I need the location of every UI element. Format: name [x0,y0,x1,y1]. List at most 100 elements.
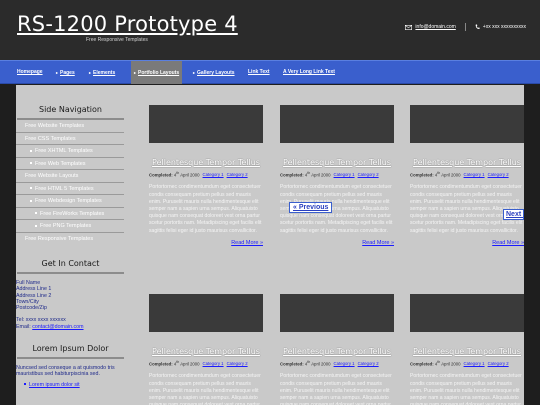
header-divider [464,23,466,31]
portfolio-card: Pellentesque Tempor Tellus Completed: 4t… [410,294,524,405]
category-2-link[interactable]: Category 2 [227,172,248,177]
bullet-icon [30,199,32,202]
card-title[interactable]: Pellentesque Tempor Tellus [280,347,394,357]
date-suffix: th [176,360,180,364]
bullet-icon [24,383,26,386]
sidebar-nav-label: Free HTML 5 Templates [35,185,94,192]
portfolio-thumbnail[interactable] [280,105,394,143]
date-suffix: th [176,171,180,175]
completed-label: Completed: [410,361,434,367]
portfolio-grid: Pellentesque Tempor Tellus Completed: 4t… [132,85,524,405]
sidebar-nav-subitem[interactable]: Free HTML 5 Templates [16,183,124,195]
main-navigation: Homepage ▸ Pages ▸ Elements ▸ Portfolio Lay… [0,60,540,84]
read-more-link[interactable]: Read More » [410,240,524,246]
category-2-link[interactable]: Category 2 [358,361,379,366]
nav-item-portfolio-layouts[interactable]: ▸ Portfolio Layouts [131,61,183,84]
site-tagline: Free Responsive Templates [86,37,148,43]
portfolio-thumbnail[interactable] [149,294,263,332]
side-navigation-heading: Side Navigation [17,105,124,120]
portfolio-card: Pellentesque Tempor Tellus Completed: 4t… [410,105,524,246]
portfolio-thumbnail[interactable] [149,105,263,143]
site-title[interactable]: RS-1200 Prototype 4 [17,12,238,36]
date-suffix: th [307,360,311,364]
lorem-list-item[interactable]: Lorem ipsum dolor sit [16,382,124,388]
lorem-ipsum-heading: Lorem Ipsum Dolor [17,344,124,360]
date-suffix: th [437,171,441,175]
sidebar-nav-item[interactable]: Free Website Layouts [16,170,124,183]
completed-label: Completed: [149,361,173,367]
card-title[interactable]: Pellentesque Tempor Tellus [149,158,263,168]
date-suffix: th [307,171,311,175]
nav-item-homepage[interactable]: Homepage [17,61,43,84]
category-2-link[interactable]: Category 2 [488,361,509,366]
category-2-link[interactable]: Category 2 [227,361,248,366]
bullet-icon [30,187,32,190]
category-1-link[interactable]: Category 1 [203,361,224,366]
sidebar-nav-subitem[interactable]: Free PNG Templates [16,220,124,233]
completed-label: Completed: [280,172,304,178]
portfolio-card: Pellentesque Tempor Tellus Completed: 4t… [149,105,263,246]
bullet-icon [35,212,37,215]
previous-button[interactable]: « Previous [289,202,333,213]
contact-address: Full Name Address Line 1 Address Line 2 … [16,280,124,311]
date-suffix: th [437,360,441,364]
date-month-year: April 2000 [180,172,200,178]
sidebar-nav-label: Free Webdesign Templates [35,198,102,204]
sidebar-nav-label: Free PNG Templates [40,223,92,229]
card-meta: Completed: 4th April 2000 Category 1 Categ… [410,171,524,177]
header-phone: +xx xxx xxxxxxxxxx [482,24,526,30]
header-contact-bar: info@domain.com +xx xxx xxxxxxxxxx [405,23,526,31]
category-1-link[interactable]: Category 1 [464,172,485,177]
read-more-link[interactable]: Read More » [149,240,263,246]
lorem-link: Lorem ipsum dolor sit [29,381,80,388]
completed-label: Completed: [149,172,173,178]
card-title[interactable]: Pellentesque Tempor Tellus [410,158,524,168]
sidebar-nav-item[interactable]: Free Responsive Templates [16,233,124,246]
category-1-link[interactable]: Category 1 [334,361,355,366]
card-meta: Completed: 4th April 2000 Category 1 Categ… [410,360,524,366]
category-2-link[interactable]: Category 2 [358,172,379,177]
header-email-link[interactable]: info@domain.com [415,24,455,30]
nav-item-elements[interactable]: ▸ Elements [89,61,115,84]
nav-item-gallery-layouts[interactable]: ▸ Gallery Layouts [193,61,235,84]
contact-email-link[interactable]: contact@domain.com [32,324,83,330]
nav-item-label: Pages [60,70,75,76]
sidebar: Side Navigation Free Website Templates F… [16,85,124,405]
card-title[interactable]: Pellentesque Tempor Tellus [410,347,524,357]
bullet-icon [30,162,32,165]
nav-item-pages[interactable]: ▸ Pages [56,61,75,84]
address-line: Postcode/Zip [16,305,47,312]
category-1-link[interactable]: Category 1 [464,361,485,366]
portfolio-thumbnail[interactable] [410,105,524,143]
read-more-link[interactable]: Read More » [280,240,394,246]
get-in-contact-heading: Get In Contact [17,259,124,274]
sidebar-nav-subitem[interactable]: Free XHTML Templates [16,145,124,158]
category-2-link[interactable]: Category 2 [488,172,509,177]
next-button[interactable]: Next » [503,209,524,220]
portfolio-card: Pellentesque Tempor Tellus Completed: 4t… [149,294,263,405]
completed-label: Completed: [280,361,304,367]
portfolio-thumbnail[interactable] [410,294,524,332]
nav-arrow-icon: ▸ [89,70,92,75]
sidebar-nav-item[interactable]: Free Website Templates [16,120,124,133]
sidebar-nav-item[interactable]: Free CSS Templates [16,133,124,145]
phone-icon [475,24,480,30]
portfolio-thumbnail[interactable] [280,294,394,332]
nav-item-long-link-text[interactable]: A Very Long Link Text [283,61,335,84]
category-1-link[interactable]: Category 1 [203,172,224,177]
card-body: Portortornec condimentumdum eget consect… [149,373,261,405]
sidebar-nav-subitem[interactable]: Free Webdesign Templates [16,195,124,208]
sidebar-nav-subitem[interactable]: Free FireWorks Templates [16,208,124,220]
nav-item-link-text[interactable]: Link Text [248,61,270,84]
bullet-icon [35,224,37,227]
content-wrapper: Side Navigation Free Website Templates F… [16,85,524,405]
nav-arrow-icon: ▸ [134,70,137,75]
card-body: Portortornec condimentumdum eget consect… [149,184,262,234]
completed-label: Completed: [410,172,434,178]
category-1-link[interactable]: Category 1 [334,172,355,177]
date-month-year: April 2000 [441,361,461,367]
card-title[interactable]: Pellentesque Tempor Tellus [280,158,394,168]
envelope-icon [405,24,413,30]
sidebar-nav-subitem[interactable]: Free Web Templates [16,158,124,170]
card-title[interactable]: Pellentesque Tempor Tellus [149,347,263,357]
